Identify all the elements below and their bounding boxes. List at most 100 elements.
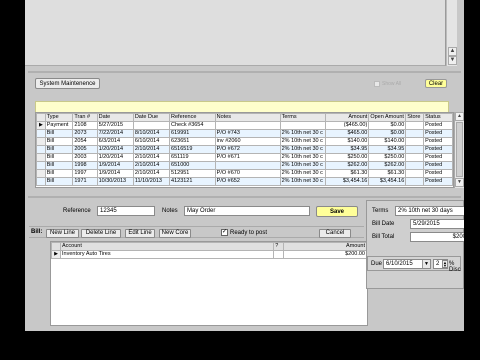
delete-line-button[interactable]: Delete Line bbox=[81, 229, 121, 238]
cell-amount[interactable]: $34.95 bbox=[325, 145, 370, 154]
cell-type[interactable]: Payment bbox=[44, 121, 74, 130]
cell-amount[interactable]: $140.00 bbox=[325, 137, 370, 146]
column-header-open-amount[interactable]: Open Amount bbox=[368, 113, 407, 122]
row-selector[interactable] bbox=[36, 161, 46, 170]
cell-date-due[interactable]: 8/10/2014 bbox=[132, 129, 171, 138]
table-row[interactable]: Bill 1971 10/30/2013 11/10/2013 4123121 P/O #… bbox=[36, 177, 453, 186]
table-row[interactable]: Bill 2054 6/3/2014 6/10/2014 623651 inv #2060… bbox=[36, 137, 453, 146]
cell-amount[interactable]: $465.00 bbox=[325, 129, 370, 138]
column-header-reference[interactable]: Reference bbox=[169, 113, 216, 122]
column-header-tran[interactable]: Tran # bbox=[72, 113, 98, 122]
cell-store[interactable] bbox=[405, 169, 425, 178]
cell-tran[interactable]: 2005 bbox=[72, 145, 98, 154]
line-amount[interactable]: $200.00 bbox=[283, 250, 367, 259]
show-all-checkbox[interactable]: Show All bbox=[374, 80, 401, 88]
cell-notes[interactable]: P/O #652 bbox=[214, 177, 281, 186]
row-selector[interactable] bbox=[36, 129, 46, 138]
ready-to-post-checkbox[interactable]: ✓ Ready to post bbox=[221, 229, 267, 236]
bill-total-input[interactable]: $200 bbox=[410, 232, 464, 242]
cell-status[interactable]: Posted bbox=[423, 161, 453, 170]
line-account[interactable]: Inventory Auto Tires bbox=[59, 250, 275, 259]
cell-status[interactable]: Posted bbox=[423, 145, 453, 154]
terms-select[interactable]: 2% 10th net 30 days ▼ bbox=[395, 206, 464, 216]
cell-notes[interactable]: P/O #672 bbox=[214, 145, 281, 154]
table-row[interactable]: ▶ Inventory Auto Tires $200.00 bbox=[51, 250, 367, 259]
cell-open-amount[interactable]: $3,454.16 bbox=[368, 177, 407, 186]
column-header-amount[interactable]: Amount bbox=[325, 113, 370, 122]
top-vertical-scrollbar[interactable]: ▲ ▼ bbox=[446, 0, 457, 66]
column-header-store[interactable]: Store bbox=[405, 113, 425, 122]
cell-date-due[interactable] bbox=[132, 121, 171, 130]
save-button[interactable]: Save bbox=[316, 206, 358, 217]
checkmark-icon[interactable]: ✓ bbox=[221, 229, 228, 236]
cell-tran[interactable]: 2054 bbox=[72, 137, 98, 146]
column-header-account[interactable]: Account bbox=[59, 242, 275, 251]
grid-scroll-down-icon[interactable]: ▼ bbox=[455, 178, 464, 187]
cell-date[interactable]: 7/22/2014 bbox=[96, 129, 134, 138]
cell-type[interactable]: Bill bbox=[44, 169, 74, 178]
grid-vertical-scrollbar[interactable]: ▲ ▼ bbox=[454, 112, 464, 188]
cell-tran[interactable]: 2108 bbox=[72, 121, 98, 130]
cell-reference[interactable]: 6516519 bbox=[169, 145, 216, 154]
cell-terms[interactable]: 2% 10th net 30 c bbox=[279, 153, 327, 162]
cell-type[interactable]: Bill bbox=[44, 137, 74, 146]
cell-store[interactable] bbox=[405, 153, 425, 162]
cell-date[interactable]: 1/20/2014 bbox=[96, 145, 134, 154]
cell-status[interactable]: Posted bbox=[423, 169, 453, 178]
cancel-button[interactable]: Cancel bbox=[319, 229, 351, 238]
cell-date[interactable]: 5/27/2015 bbox=[96, 121, 134, 130]
cell-status[interactable]: Posted bbox=[423, 137, 453, 146]
cell-reference[interactable]: 651000 bbox=[169, 161, 216, 170]
cell-status[interactable]: Posted bbox=[423, 153, 453, 162]
show-all-checkbox-box[interactable] bbox=[374, 81, 380, 87]
cell-type[interactable]: Bill bbox=[44, 153, 74, 162]
cell-tran[interactable]: 1997 bbox=[72, 169, 98, 178]
row-selector[interactable] bbox=[36, 153, 46, 162]
row-selector[interactable] bbox=[36, 177, 46, 186]
cell-store[interactable] bbox=[405, 145, 425, 154]
cell-date-due[interactable]: 6/10/2014 bbox=[132, 137, 171, 146]
row-selector[interactable] bbox=[36, 137, 46, 146]
grid-scroll-up-icon[interactable]: ▲ bbox=[455, 112, 464, 121]
cell-reference[interactable]: 4123121 bbox=[169, 177, 216, 186]
cell-terms[interactable]: 2% 10th net 30 c bbox=[279, 129, 327, 138]
cell-amount[interactable]: $262.00 bbox=[325, 161, 370, 170]
cell-reference[interactable]: Check #3654 bbox=[169, 121, 216, 130]
cell-open-amount[interactable]: $250.00 bbox=[368, 153, 407, 162]
cell-date[interactable]: 10/30/2013 bbox=[96, 177, 134, 186]
table-row[interactable]: Bill 1998 1/9/2014 2/10/2014 651000 2% 10th n… bbox=[36, 161, 453, 170]
cell-date[interactable]: 1/20/2014 bbox=[96, 153, 134, 162]
clear-button[interactable]: Clear bbox=[425, 79, 447, 88]
cell-amount[interactable]: $3,454.16 bbox=[325, 177, 370, 186]
column-header-date-due[interactable]: Date Due bbox=[132, 113, 171, 122]
cell-open-amount[interactable]: $0.00 bbox=[368, 129, 407, 138]
cell-amount[interactable]: $250.00 bbox=[325, 153, 370, 162]
table-row[interactable]: Bill 2005 1/20/2014 2/10/2014 6516519 P/O #67… bbox=[36, 145, 453, 154]
cell-open-amount[interactable]: $262.00 bbox=[368, 161, 407, 170]
reference-input[interactable]: 12345 bbox=[97, 206, 155, 216]
table-row[interactable]: Bill 2073 7/22/2014 8/10/2014 619991 P/O #743… bbox=[36, 129, 453, 138]
chevron-down-icon[interactable]: ▼ bbox=[422, 260, 430, 268]
cell-reference[interactable]: 619991 bbox=[169, 129, 216, 138]
row-pointer-icon[interactable]: ▶ bbox=[36, 121, 46, 130]
transactions-grid[interactable]: Type Tran # Date Date Due Reference Note… bbox=[35, 112, 454, 188]
discount-spinner-icon[interactable]: ▲ ▼ bbox=[442, 260, 448, 268]
cell-notes[interactable]: P/O #743 bbox=[214, 129, 281, 138]
cell-store[interactable] bbox=[405, 161, 425, 170]
cell-date[interactable]: 6/3/2014 bbox=[96, 137, 134, 146]
cell-terms[interactable]: 2% 10th net 30 c bbox=[279, 161, 327, 170]
row-selector[interactable] bbox=[36, 169, 46, 178]
new-line-button[interactable]: New Line bbox=[46, 229, 79, 238]
cell-terms[interactable] bbox=[279, 121, 327, 130]
grid-scroll-thumb[interactable] bbox=[456, 122, 463, 177]
column-header-notes[interactable]: Notes bbox=[214, 113, 281, 122]
cell-date-due[interactable]: 2/10/2014 bbox=[132, 161, 171, 170]
cell-store[interactable] bbox=[405, 129, 425, 138]
cell-terms[interactable]: 2% 10th net 30 c bbox=[279, 169, 327, 178]
table-row[interactable]: ▶ Payment 2108 5/27/2015 Check #3654 ($465.00… bbox=[36, 121, 453, 130]
new-core-button[interactable]: New Core bbox=[159, 229, 191, 238]
column-header-line-amount[interactable]: Amount bbox=[283, 242, 367, 251]
cell-notes[interactable]: P/O #670 bbox=[214, 169, 281, 178]
cell-type[interactable]: Bill bbox=[44, 129, 74, 138]
cell-notes[interactable]: P/O #671 bbox=[214, 153, 281, 162]
